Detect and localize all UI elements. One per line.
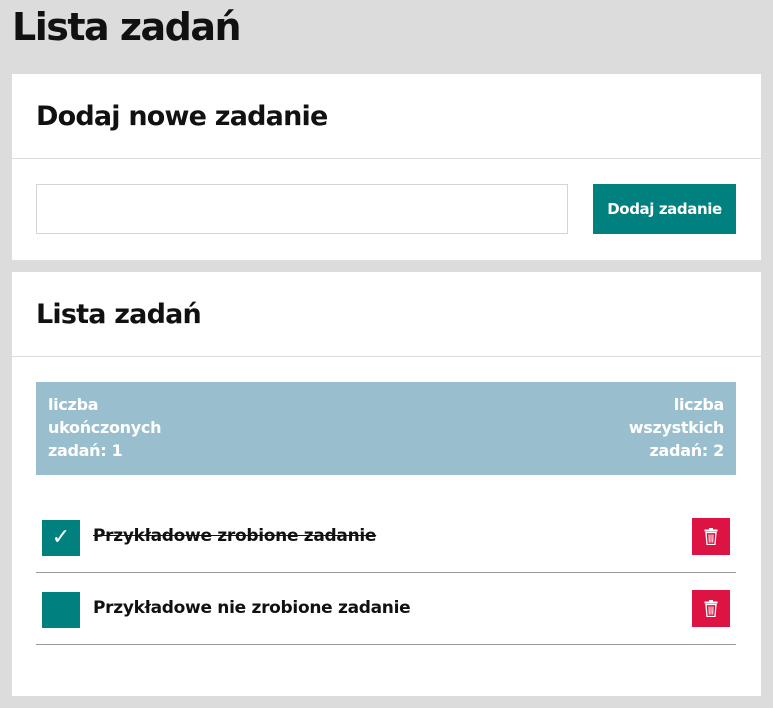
completed-count-stat: liczba ukończonych zadań: 1	[48, 393, 168, 462]
task-list-header: Lista zadań	[12, 272, 761, 357]
add-task-card: Dodaj nowe zadanie Dodaj zadanie	[12, 74, 761, 260]
checkmark-icon: ✓	[51, 525, 71, 550]
total-count-stat: liczba wszystkich zadań: 2	[604, 393, 725, 462]
delete-task-button[interactable]	[692, 518, 730, 555]
add-task-title: Dodaj nowe zadanie	[36, 100, 328, 132]
add-task-body: Dodaj zadanie	[12, 159, 761, 259]
trash-icon	[704, 528, 718, 545]
task-list-card: Lista zadań liczba ukończonych zadań: 1 …	[12, 272, 761, 696]
task-text: Przykładowe nie zrobione zadanie	[93, 598, 411, 618]
completed-stat-line: liczba	[48, 395, 99, 414]
task-text: Przykładowe zrobione zadanie	[93, 526, 377, 546]
task-item: ✓ Przykładowe zrobione zadanie	[36, 501, 736, 573]
completed-stat-line: zadań: 1	[48, 441, 123, 460]
add-task-header: Dodaj nowe zadanie	[12, 74, 761, 159]
total-stat-line: zadań: 2	[649, 441, 725, 460]
task-done-checkbox[interactable]: ✓	[42, 520, 80, 556]
new-task-input[interactable]	[36, 184, 568, 234]
trash-icon	[704, 600, 718, 617]
task-done-checkbox[interactable]	[42, 592, 80, 628]
total-stat-line: wszystkich	[628, 418, 725, 437]
page-title: Lista zadań	[12, 5, 242, 49]
total-stat-line: liczba	[673, 395, 725, 414]
task-item: Przykładowe nie zrobione zadanie	[36, 573, 736, 645]
stats-bar: liczba ukończonych zadań: 1 liczba wszys…	[36, 382, 736, 475]
delete-task-button[interactable]	[692, 590, 730, 627]
completed-stat-line: ukończonych	[48, 418, 162, 437]
task-list: ✓ Przykładowe zrobione zadanie Przykłado…	[36, 501, 736, 645]
add-task-button[interactable]: Dodaj zadanie	[593, 184, 736, 234]
task-list-title: Lista zadań	[36, 298, 202, 330]
